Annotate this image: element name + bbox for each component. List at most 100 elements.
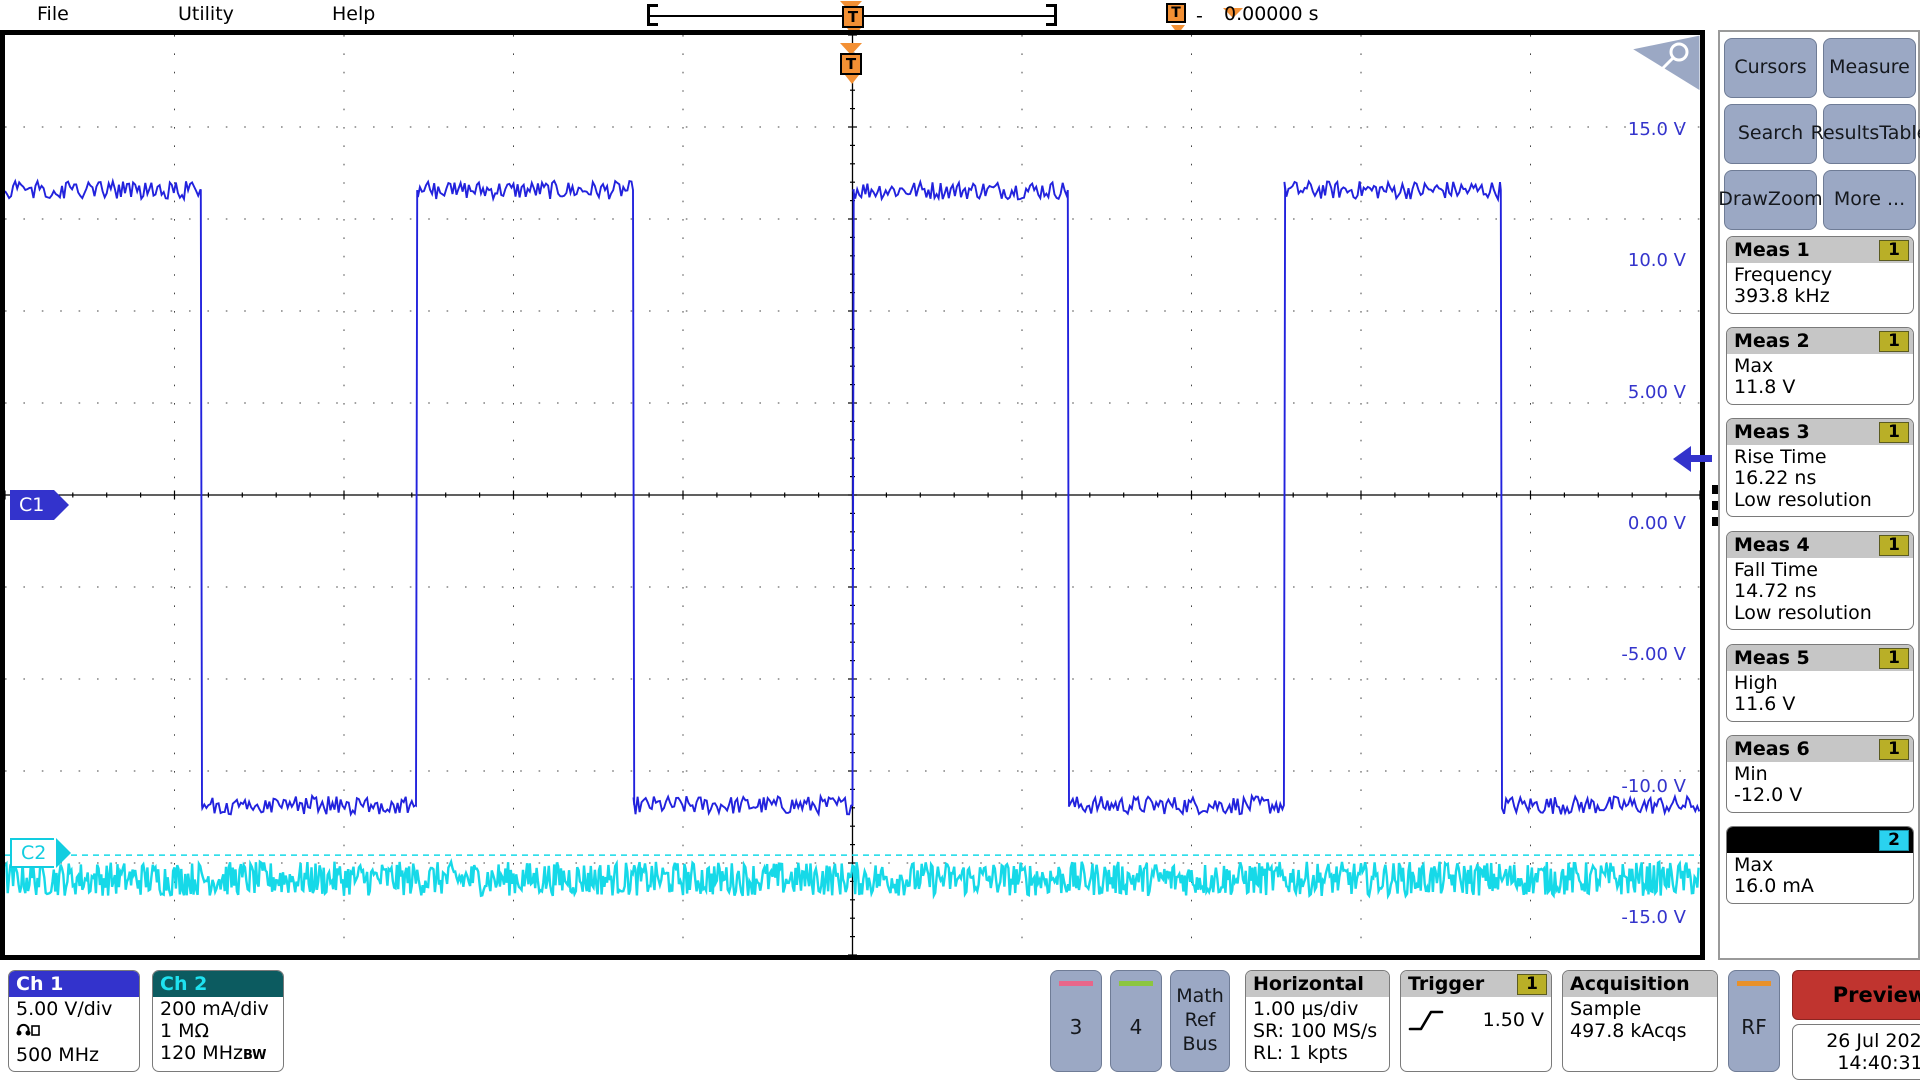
probe-icon: [16, 1020, 132, 1044]
measurement-meas7-line-0: Max: [1734, 855, 1906, 876]
measurement-meas3-source-badge: 1: [1879, 422, 1909, 443]
measurement-meas1-header: Meas 1 1: [1727, 237, 1913, 263]
measurement-meas5-header: Meas 51: [1727, 645, 1913, 671]
trigger-level-arrow[interactable]: [1673, 446, 1691, 472]
channel-tag-c2[interactable]: C2: [10, 838, 54, 868]
horizontal-delay-readout: 0.00000 s: [1224, 3, 1319, 25]
v-axis-label-5: -10.0 V: [1621, 776, 1686, 797]
sidebar-button-cursors[interactable]: Cursors: [1724, 38, 1817, 98]
horizontal-sample-rate: SR: 100 MS/s: [1253, 1020, 1382, 1042]
v-axis-label-4: -5.00 V: [1621, 644, 1686, 665]
trigger-source-badge: 1: [1517, 974, 1547, 995]
measurement-meas7-header: 2: [1727, 827, 1913, 853]
measurement-meas4-body: Fall Time14.72 nsLow resolution: [1727, 558, 1913, 629]
menu-item-utility[interactable]: Utility: [178, 3, 234, 25]
time-text: 14:40:31: [1837, 1052, 1920, 1074]
channel-3-color-bar: [1059, 981, 1093, 986]
v-axis-label-0: 15.0 V: [1628, 119, 1686, 140]
channel-tag-c1-label: C1: [19, 494, 44, 516]
measurement-meas5[interactable]: Meas 51High11.6 V: [1726, 644, 1914, 722]
measurement-meas5-body: High11.6 V: [1727, 671, 1913, 721]
bottom-status-bar: Ch 1 5.00 V/div 500 MHz Ch 2: [0, 962, 1920, 1080]
sidebar-button-cursors-line-0: Cursors: [1734, 58, 1806, 78]
channel-1-scale: 5.00 V/div: [16, 998, 132, 1020]
measurement-meas7-line-1: 16.0 mA: [1734, 876, 1906, 897]
math-label: Math: [1176, 985, 1224, 1009]
measurement-meas1-line-0: Frequency: [1734, 265, 1906, 286]
sidebar-button-draw-zoom-line-1: Zoom: [1768, 190, 1823, 210]
measurement-meas6-body: Min-12.0 V: [1727, 762, 1913, 812]
measurement-meas1-line-1: 393.8 kHz: [1734, 286, 1906, 307]
measurement-meas2-line-0: Max: [1734, 356, 1906, 377]
sidebar-button-search-line-0: Search: [1738, 124, 1803, 144]
measurement-meas4-line-1: 14.72 ns: [1734, 581, 1906, 602]
v-axis-label-1: 10.0 V: [1628, 250, 1686, 271]
measurement-meas4[interactable]: Meas 41Fall Time14.72 nsLow resolution: [1726, 531, 1914, 630]
sidebar-button-draw-zoom[interactable]: DrawZoom: [1724, 170, 1817, 230]
waveform-graticule[interactable]: T C1 C2 15.0 V10.0 V5.00 V0.00 V-5.00 V-…: [0, 30, 1705, 960]
measurement-meas2-source-badge: 1: [1879, 331, 1909, 352]
channel-1-header: Ch 1: [9, 971, 139, 997]
measurement-meas7[interactable]: 2 Max16.0 mA: [1726, 826, 1914, 904]
channel-2-bandwidth: 120 MHz: [160, 1042, 243, 1064]
rising-edge-icon: [1408, 1007, 1444, 1033]
menu-item-file[interactable]: File: [37, 3, 69, 25]
horizontal-scale: 1.00 µs/div: [1253, 998, 1382, 1020]
trigger-badge-bottom[interactable]: Trigger 1 1.50 V: [1400, 970, 1552, 1072]
sidebar-button-results-table-line-1: Table: [1879, 124, 1920, 144]
rf-label: RF: [1729, 1015, 1779, 1039]
channel-tag-c1[interactable]: C1: [10, 490, 54, 520]
measurement-meas7-source-badge: 2: [1879, 830, 1909, 851]
trigger-time-marker-icon: T: [1166, 3, 1186, 23]
measurement-meas5-line-1: 11.6 V: [1734, 694, 1906, 715]
oscilloscope-screen: File Utility Help T T - 0.00000 s: [0, 0, 1920, 1080]
trigger-badge[interactable]: T: [840, 53, 862, 75]
acquisition-count: 497.8 kAcqs: [1570, 1020, 1710, 1042]
measurement-meas4-header: Meas 41: [1727, 532, 1913, 558]
channel-3-button[interactable]: 3: [1050, 970, 1102, 1072]
math-ref-bus-button[interactable]: Math Ref Bus: [1170, 970, 1230, 1072]
channel-2-badge[interactable]: Ch 2 200 mA/div 1 MΩ 120 MHzBW: [152, 970, 284, 1072]
measurement-meas6-line-0: Min: [1734, 764, 1906, 785]
sidebar-button-more-line-0: More ...: [1834, 190, 1905, 210]
bus-label: Bus: [1183, 1033, 1218, 1057]
channel-tag-c2-label: C2: [21, 842, 46, 864]
measurement-meas6-line-1: -12.0 V: [1734, 785, 1906, 806]
measurement-meas2[interactable]: Meas 21Max11.8 V: [1726, 327, 1914, 405]
measurement-meas6-source-badge: 1: [1879, 739, 1909, 760]
magnifier-icon[interactable]: [1632, 35, 1700, 91]
measurement-meas6-title: Meas 6: [1734, 738, 1810, 760]
channel-1-bandwidth: 500 MHz: [16, 1044, 132, 1066]
horizontal-badge[interactable]: Horizontal 1.00 µs/div SR: 100 MS/s RL: …: [1245, 970, 1390, 1072]
trigger-position-marker[interactable]: T: [842, 6, 864, 28]
measurement-meas2-header: Meas 21: [1727, 328, 1913, 354]
preview-button[interactable]: Preview: [1792, 970, 1920, 1020]
measurement-meas2-line-1: 11.8 V: [1734, 377, 1906, 398]
channel-1-badge[interactable]: Ch 1 5.00 V/div 500 MHz: [8, 970, 140, 1072]
measurement-meas6[interactable]: Meas 61Min-12.0 V: [1726, 735, 1914, 813]
horizontal-record-length: RL: 1 kpts: [1253, 1042, 1382, 1064]
measurement-meas5-line-0: High: [1734, 673, 1906, 694]
trigger-level: 1.50 V: [1483, 1009, 1544, 1031]
sidebar-button-measure[interactable]: Measure: [1823, 38, 1916, 98]
channel-2-impedance: 1 MΩ: [160, 1020, 276, 1042]
measurement-meas3-line-0: Rise Time: [1734, 447, 1906, 468]
channel-4-button[interactable]: 4: [1110, 970, 1162, 1072]
acquisition-badge[interactable]: Acquisition Sample 497.8 kAcqs: [1562, 970, 1718, 1072]
rf-button[interactable]: RF: [1728, 970, 1780, 1072]
sidebar-button-results-table[interactable]: ResultsTable: [1823, 104, 1916, 164]
measurement-meas1[interactable]: Meas 1 1 Frequency393.8 kHz: [1726, 236, 1914, 314]
sidebar-button-more[interactable]: More ...: [1823, 170, 1916, 230]
measurement-meas1-source-badge: 1: [1879, 240, 1909, 261]
waveform-traces: [5, 35, 1700, 955]
sidebar-button-search[interactable]: Search: [1724, 104, 1817, 164]
channel-1-title: Ch 1: [16, 973, 63, 995]
measurement-meas3[interactable]: Meas 31Rise Time16.22 nsLow resolution: [1726, 418, 1914, 517]
menu-bar: File Utility Help T T - 0.00000 s: [0, 0, 1920, 30]
measurement-meas3-header: Meas 31: [1727, 419, 1913, 445]
menu-item-help[interactable]: Help: [332, 3, 375, 25]
measurement-meas1-title: Meas 1: [1734, 239, 1810, 261]
channel-3-label: 3: [1051, 1015, 1101, 1039]
trigger-level-stem: [1690, 455, 1712, 462]
sidebar-button-grid: Cursors Measure Search ResultsTableDrawZoom…: [1724, 38, 1916, 230]
